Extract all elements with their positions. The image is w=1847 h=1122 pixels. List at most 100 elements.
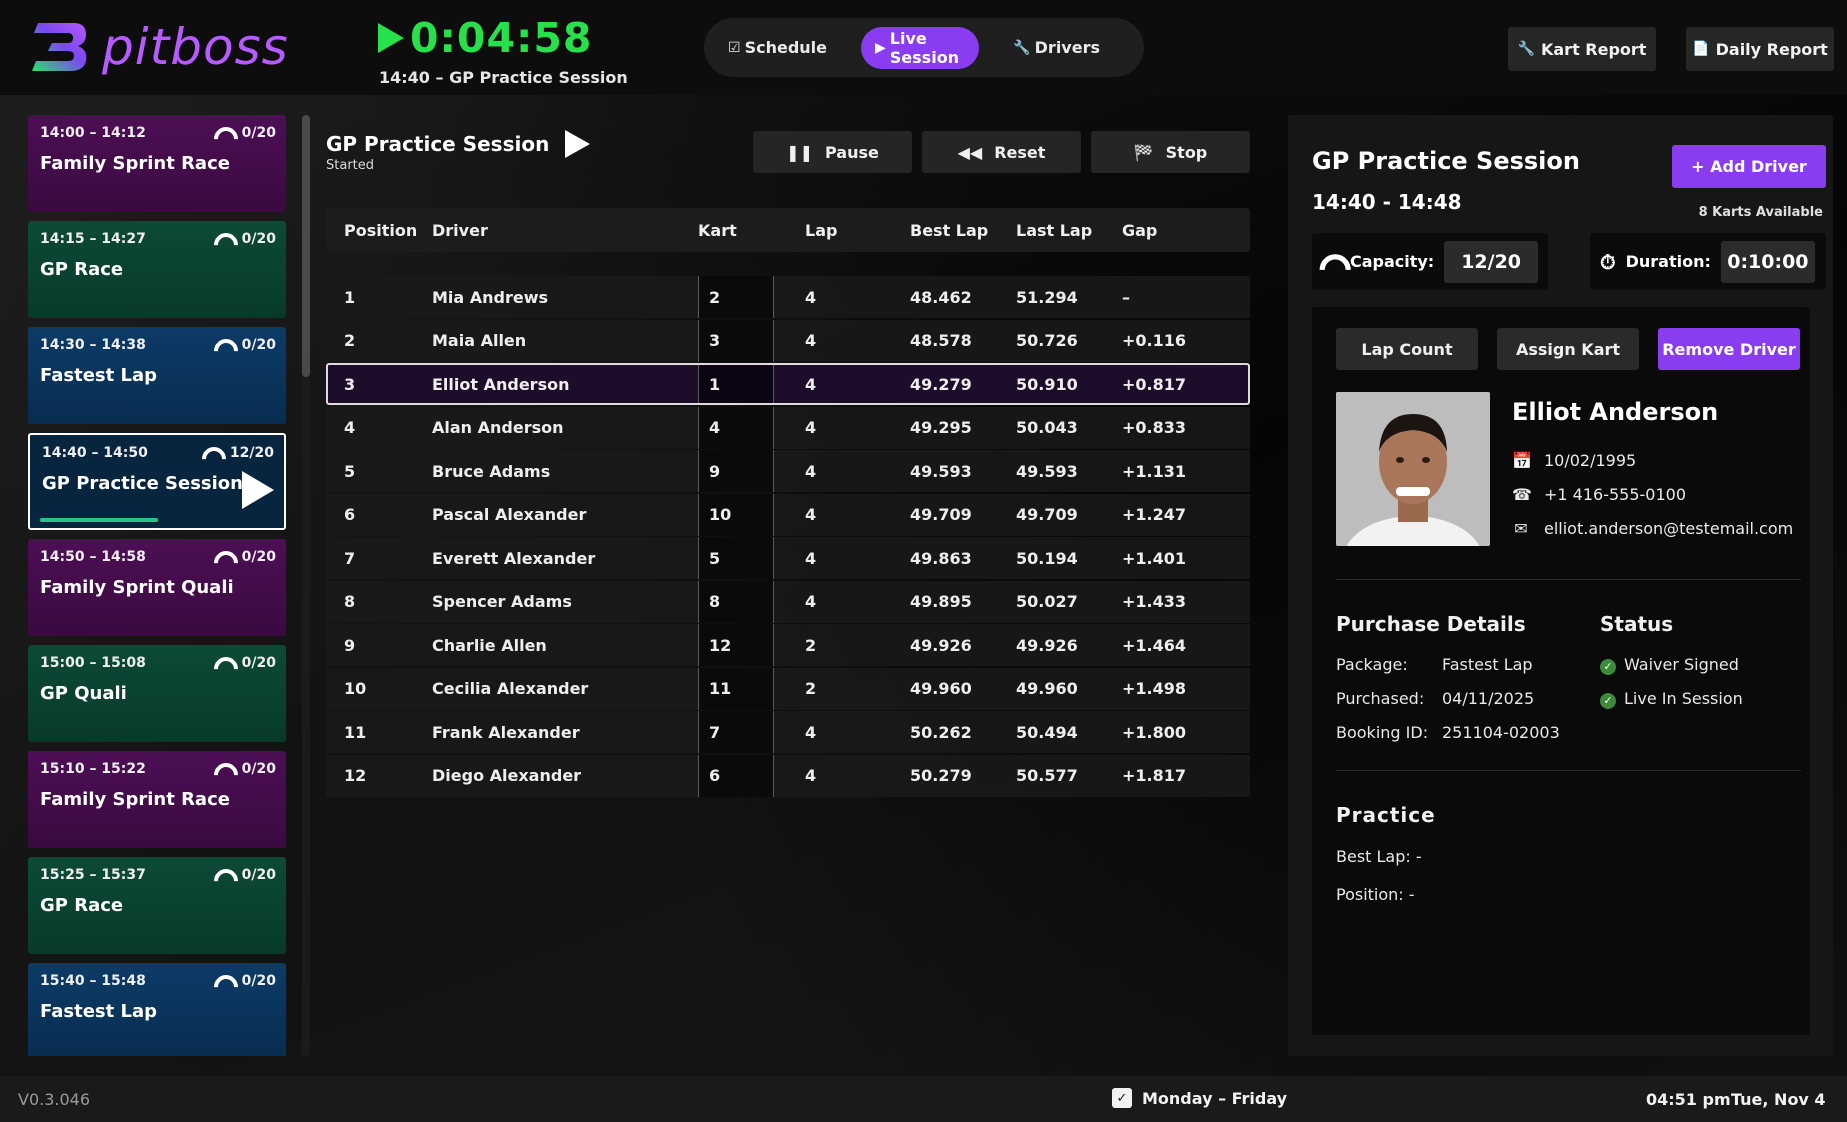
column-header[interactable]: Gap [1122, 221, 1242, 240]
session-timer: 0:04:58 14:40 – GP Practice Session [378, 14, 628, 87]
table-row[interactable]: 9 Charlie Allen 12 2 49.926 49.926 +1.464 [326, 624, 1250, 666]
column-header[interactable]: Last Lap [1016, 221, 1122, 240]
column-header[interactable]: Kart [698, 221, 804, 240]
gauge-icon [214, 233, 230, 245]
session-list-scrollbar-thumb[interactable] [302, 115, 310, 377]
cell-kart[interactable]: 9 [698, 450, 774, 492]
cell-last-lap: 49.593 [1016, 461, 1078, 481]
session-card[interactable]: 15:40 – 15:48 0/20 Fastest Lap [28, 963, 286, 1056]
session-card[interactable]: 14:00 – 14:12 0/20 Family Sprint Race [28, 115, 286, 212]
calendar-icon: 📅 [1512, 451, 1532, 470]
cell-kart[interactable]: 5 [698, 537, 774, 579]
nav-drivers[interactable]: 🔧 Drivers [999, 27, 1114, 69]
column-header[interactable]: Lap [804, 221, 910, 240]
column-header[interactable]: Best Lap [910, 221, 1016, 240]
rewind-icon: ◀◀ [957, 142, 983, 162]
cell-gap: +1.464 [1122, 635, 1187, 655]
session-time: 14:30 – 14:38 [40, 337, 146, 353]
table-row[interactable]: 4 Alan Anderson 4 4 49.295 50.043 +0.833 [326, 406, 1250, 449]
column-header[interactable]: Position [326, 221, 432, 240]
checkbox-icon: ☑ [728, 39, 741, 56]
table-row[interactable]: 6 Pascal Alexander 10 4 49.709 49.709 +1.247 [326, 493, 1250, 536]
table-row[interactable]: 10 Cecilia Alexander 11 2 49.960 49.960 +1.498 [326, 667, 1250, 710]
cell-position: 2 [344, 331, 356, 350]
cell-driver: Charlie Allen [432, 635, 547, 655]
column-header[interactable]: Driver [432, 221, 698, 240]
check-icon: ✓ [1600, 693, 1616, 709]
cell-kart[interactable]: 10 [698, 493, 774, 536]
cell-kart[interactable]: 2 [698, 276, 774, 318]
remove-driver-button[interactable]: Remove Driver [1658, 328, 1800, 370]
capacity-value: 12/20 [1444, 240, 1538, 283]
nav-drivers-label: Drivers [1034, 38, 1100, 57]
checkered-flag-icon: 🏁 [1133, 142, 1154, 162]
play-icon[interactable] [242, 471, 274, 509]
pause-button[interactable]: ❚❚ Pause [753, 131, 912, 173]
booking-id-value: 251104-02003 [1442, 723, 1560, 742]
add-driver-button[interactable]: + Add Driver [1672, 145, 1826, 188]
driver-email[interactable]: ✉ elliot.anderson@testemail.com [1512, 519, 1793, 538]
table-row[interactable]: 5 Bruce Adams 9 4 49.593 49.593 +1.131 [326, 450, 1250, 492]
driver-phone-value: +1 416-555-0100 [1544, 485, 1687, 504]
session-card[interactable]: 15:10 – 15:22 0/20 Family Sprint Race [28, 751, 286, 848]
cell-best-lap: 49.895 [910, 592, 972, 611]
cell-driver: Maia Allen [432, 331, 527, 350]
session-card[interactable]: 15:25 – 15:37 0/20 GP Race [28, 857, 286, 954]
cell-kart[interactable]: 7 [698, 711, 774, 753]
cell-kart[interactable]: 6 [698, 754, 774, 797]
cell-driver: Pascal Alexander [432, 505, 587, 524]
kart-report-button[interactable]: 🔧 Kart Report [1508, 27, 1656, 71]
check-icon: ✓ [1600, 659, 1616, 675]
table-row-selected[interactable]: 3 Elliot Anderson 1 4 49.279 50.910 +0.817 [326, 363, 1250, 405]
cell-last-lap: 50.726 [1016, 331, 1078, 350]
daily-report-button[interactable]: 📄 Daily Report [1686, 27, 1834, 71]
reset-button[interactable]: ◀◀ Reset [922, 131, 1081, 173]
cell-position: 4 [344, 418, 356, 437]
session-list: 14:00 – 14:12 0/20 Family Sprint Race 14… [28, 115, 286, 1056]
table-row[interactable]: 12 Diego Alexander 6 4 50.279 50.577 +1.817 [326, 754, 1250, 797]
nav-schedule[interactable]: ☑ Schedule [714, 27, 841, 69]
session-capacity: 0/20 [214, 973, 276, 989]
cell-gap: +0.116 [1122, 331, 1187, 350]
session-name: Family Sprint Race [40, 153, 230, 174]
table-row[interactable]: 8 Spencer Adams 8 4 49.895 50.027 +1.433 [326, 580, 1250, 623]
practice-best-lap: Best Lap: - [1336, 847, 1422, 866]
live-session-name: GP Practice Session [326, 132, 550, 156]
cell-driver: Elliot Anderson [432, 374, 570, 394]
operating-days[interactable]: ✓ Monday – Friday [1112, 1088, 1287, 1108]
assign-kart-button[interactable]: Assign Kart [1497, 328, 1639, 370]
status-bar: V0.3.046 ✓ Monday – Friday 04:51 pm Tue,… [0, 1076, 1847, 1122]
session-card[interactable]: 15:00 – 15:08 0/20 GP Quali [28, 645, 286, 742]
table-row[interactable]: 1 Mia Andrews 2 4 48.462 51.294 – [326, 276, 1250, 318]
session-card-active[interactable]: 14:40 – 14:50 12/20 GP Practice Session [28, 433, 286, 530]
cell-last-lap: 50.027 [1016, 592, 1078, 611]
session-time: 14:50 – 14:58 [40, 549, 146, 565]
table-row[interactable]: 11 Frank Alexander 7 4 50.262 50.494 +1.800 [326, 711, 1250, 753]
gauge-icon [1320, 254, 1341, 270]
nav-live-session[interactable]: ▶ Live Session [861, 26, 980, 69]
table-row[interactable]: 7 Everett Alexander 5 4 49.863 50.194 +1.401 [326, 537, 1250, 579]
cell-kart[interactable]: 12 [698, 624, 774, 666]
timer-value: 0:04:58 [410, 14, 593, 62]
duration-box: ⏱ Duration: 0:10:00 [1590, 233, 1826, 290]
session-time: 15:25 – 15:37 [40, 867, 146, 883]
session-card[interactable]: 14:50 – 14:58 0/20 Family Sprint Quali [28, 539, 286, 636]
stop-button[interactable]: 🏁 Stop [1091, 131, 1250, 173]
detail-time: 14:40 - 14:48 [1312, 190, 1462, 214]
play-icon[interactable] [565, 130, 591, 158]
cell-kart[interactable]: 4 [698, 406, 774, 449]
session-card[interactable]: 14:15 – 14:27 0/20 GP Race [28, 221, 286, 318]
session-name: Fastest Lap [40, 1001, 157, 1022]
cell-kart[interactable]: 8 [698, 580, 774, 623]
cell-kart[interactable]: 11 [698, 667, 774, 710]
cell-kart[interactable]: 1 [698, 363, 774, 405]
table-header: Position Driver Kart Lap Best Lap Last L… [326, 208, 1250, 252]
wrench-icon: 🔧 [1517, 41, 1535, 57]
lap-count-button[interactable]: Lap Count [1336, 328, 1478, 370]
karts-available: 8 Karts Available [1698, 205, 1823, 220]
table-row[interactable]: 2 Maia Allen 3 4 48.578 50.726 +0.116 [326, 319, 1250, 362]
session-card[interactable]: 14:30 – 14:38 0/20 Fastest Lap [28, 327, 286, 424]
purchased-value: 04/11/2025 [1442, 689, 1535, 708]
cell-kart[interactable]: 3 [698, 319, 774, 362]
capacity-value: 0/20 [241, 655, 276, 671]
